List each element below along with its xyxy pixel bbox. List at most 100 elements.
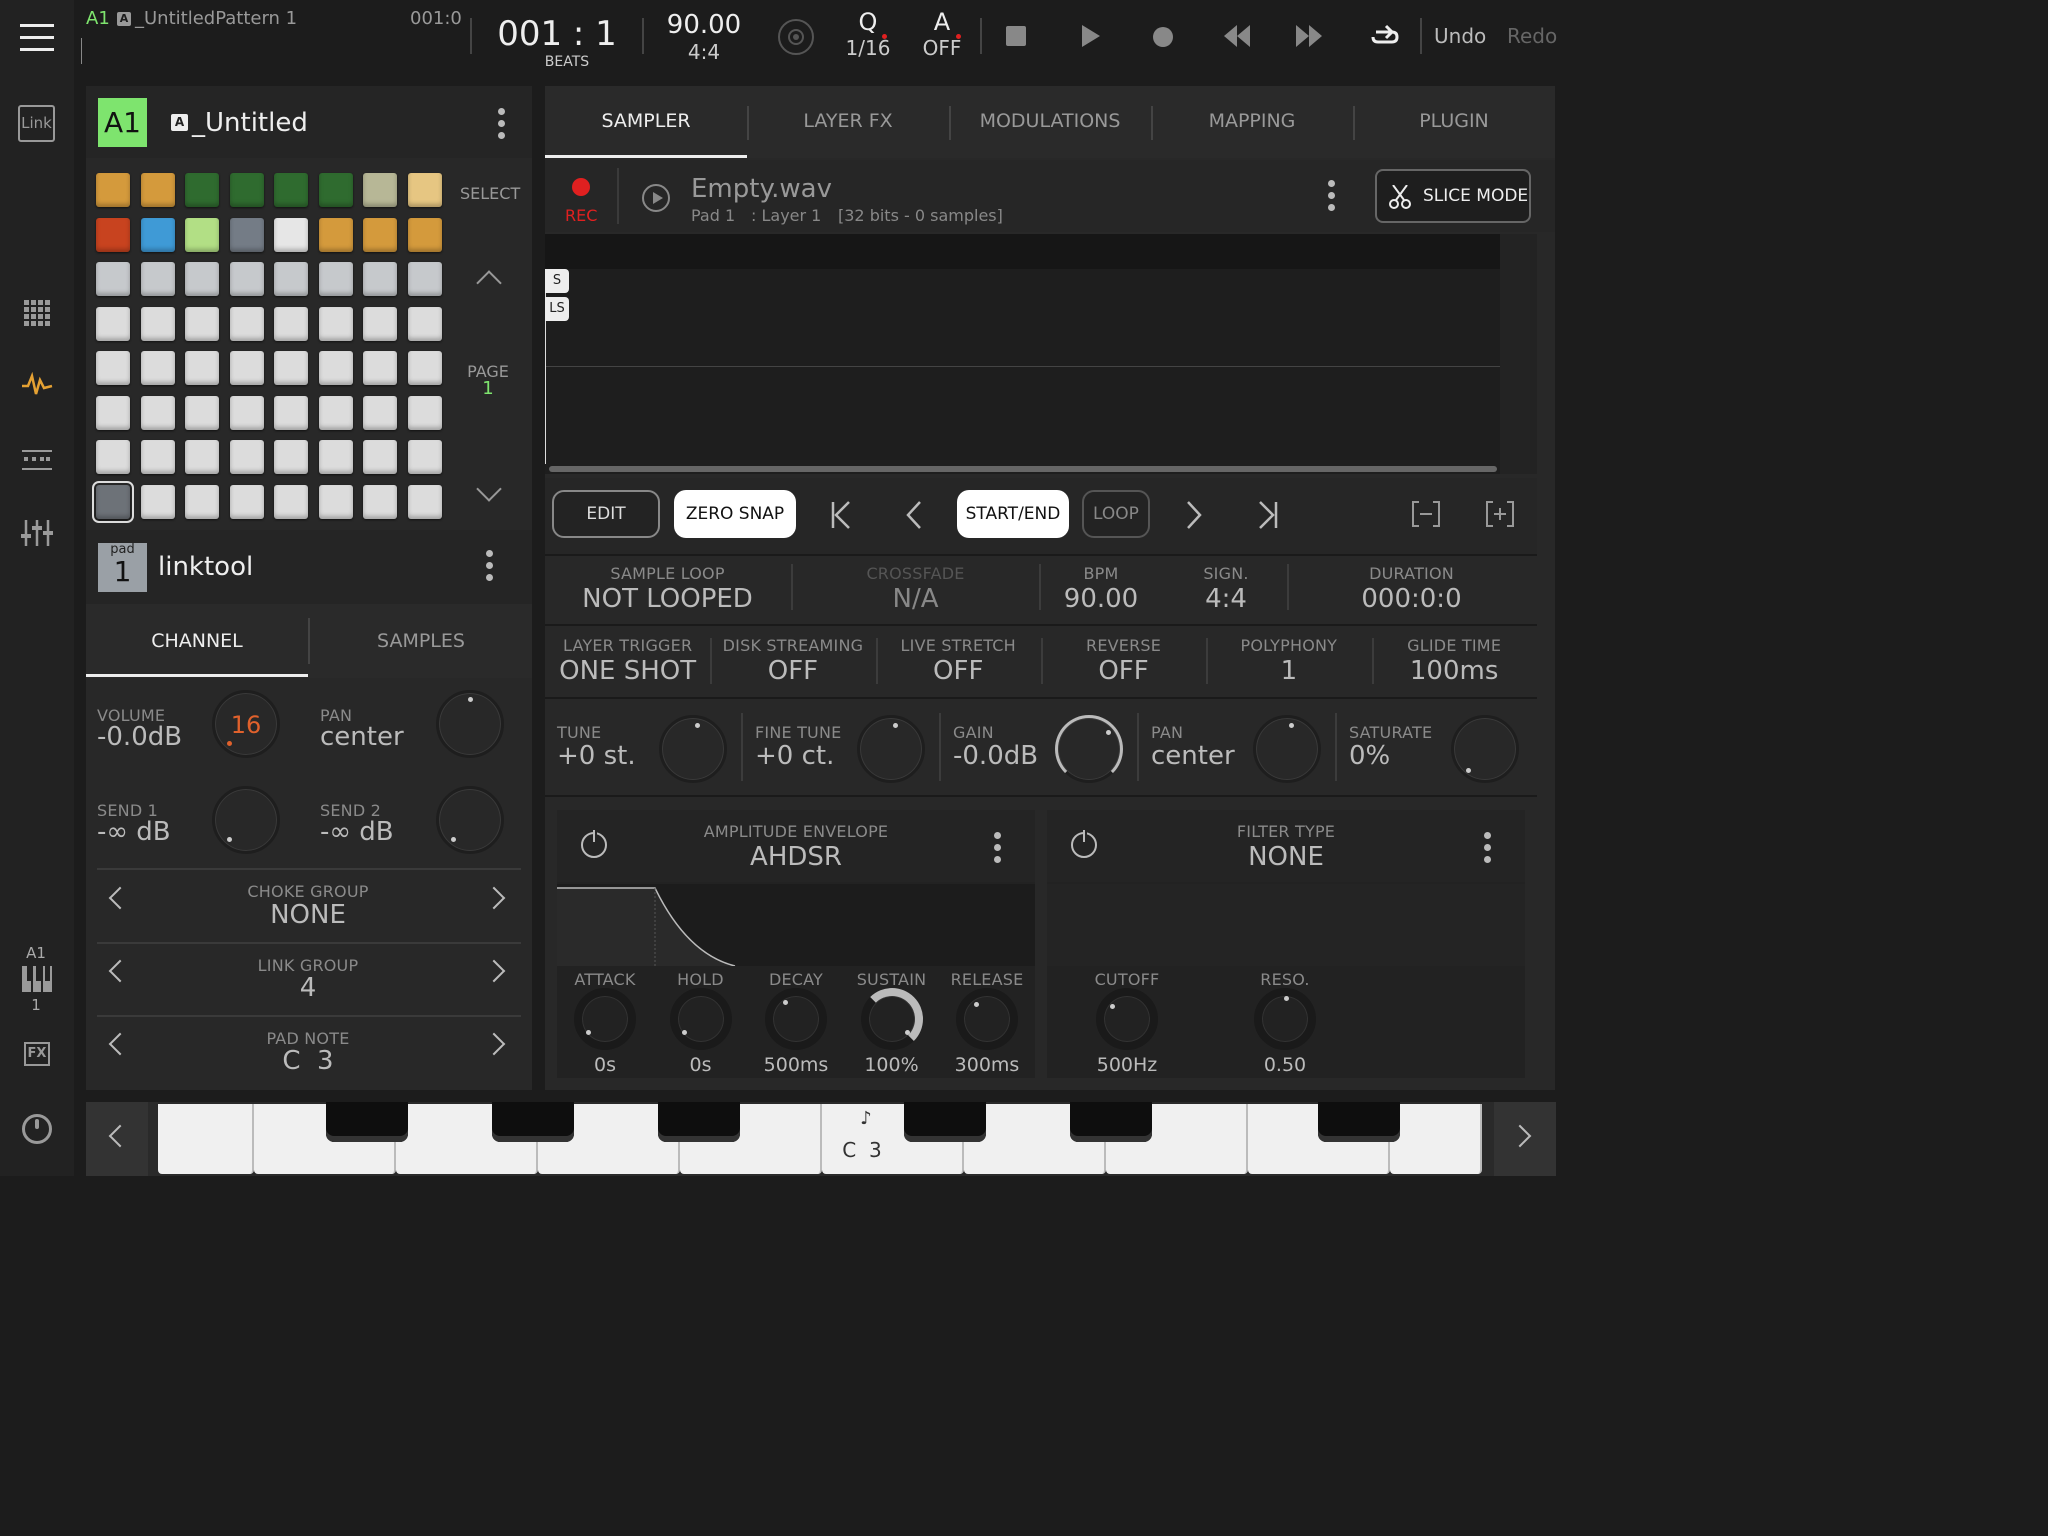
start-marker[interactable]: S (545, 269, 569, 293)
quantize-control[interactable]: Q 1/16 (838, 8, 898, 60)
choke-prev-icon[interactable] (108, 886, 132, 910)
pad-15[interactable] (363, 217, 397, 252)
pad-26[interactable] (140, 306, 175, 341)
tab-plugin[interactable]: PLUGIN (1353, 110, 1555, 132)
pad-53[interactable] (274, 440, 308, 474)
pad-62[interactable] (318, 484, 353, 519)
next-marker-icon[interactable] (1185, 500, 1203, 530)
loop-icon[interactable] (1370, 24, 1400, 50)
filter-menu-icon[interactable] (1484, 832, 1492, 863)
choke-next-icon[interactable] (482, 886, 506, 910)
pad-18[interactable] (140, 262, 175, 296)
crossfade-value[interactable]: N/A (793, 584, 1038, 614)
pad-25[interactable] (96, 306, 130, 341)
pad-21[interactable] (274, 262, 308, 296)
pan-knob[interactable] (1253, 715, 1321, 783)
pad-29[interactable] (274, 306, 308, 341)
pad-grid-icon[interactable] (24, 300, 50, 326)
pad-45[interactable] (274, 395, 308, 430)
pad-7[interactable] (363, 173, 397, 207)
select-label[interactable]: SELECT (460, 184, 520, 203)
pad-31[interactable] (363, 306, 397, 341)
pad-55[interactable] (363, 440, 397, 474)
pad-33[interactable] (96, 351, 130, 385)
tune-knob[interactable] (659, 715, 727, 783)
zero-snap-button[interactable]: ZERO SNAP (674, 490, 796, 538)
glide-time-value[interactable]: 100ms (1372, 656, 1537, 686)
fine-tune-knob[interactable] (857, 715, 925, 783)
start-end-button[interactable]: START/END (957, 490, 1069, 538)
attack-knob[interactable] (574, 988, 636, 1050)
stop-icon[interactable] (1006, 26, 1026, 46)
disk-streaming-value[interactable]: OFF (710, 656, 875, 686)
jump-start-icon[interactable] (830, 500, 852, 530)
gain-knob[interactable] (1055, 715, 1123, 783)
pad-38[interactable] (318, 351, 353, 385)
pad-41[interactable] (96, 395, 130, 430)
rewind-icon[interactable] (1224, 25, 1250, 47)
pad-19[interactable] (185, 262, 219, 296)
pad-16[interactable] (407, 217, 442, 252)
slice-mode-button[interactable]: SLICE MODE (1375, 169, 1531, 223)
pad-57[interactable] (92, 480, 134, 523)
position-display[interactable]: 001 : 1 BEATS (482, 14, 632, 70)
waveform-icon[interactable] (20, 371, 54, 398)
sample-loop-value[interactable]: NOT LOOPED (545, 584, 790, 614)
pad-3[interactable] (185, 173, 219, 207)
signature-field[interactable]: 4:4 (1167, 584, 1285, 614)
pad-8[interactable] (407, 173, 442, 207)
reso--knob[interactable] (1254, 988, 1316, 1050)
send1-knob[interactable] (212, 786, 280, 854)
link-prev-icon[interactable] (108, 959, 132, 983)
tab-layer-fx[interactable]: LAYER FX (747, 110, 949, 132)
pad-9[interactable] (96, 217, 130, 252)
layer-trigger-value[interactable]: ONE SHOT (545, 656, 710, 686)
pad-36[interactable] (229, 351, 264, 385)
pad-47[interactable] (363, 395, 397, 430)
undo-button[interactable]: Undo (1434, 24, 1486, 48)
send2-knob[interactable] (436, 786, 504, 854)
pad-49[interactable] (96, 440, 130, 474)
hold-knob[interactable] (669, 988, 732, 1050)
white-key[interactable] (158, 1104, 254, 1174)
pad-20[interactable] (229, 262, 264, 296)
tab-sampler[interactable]: SAMPLER (545, 110, 747, 132)
white-key[interactable] (1390, 1104, 1482, 1174)
sample-menu-icon[interactable] (1328, 180, 1336, 211)
release-knob[interactable] (956, 988, 1018, 1050)
volume-knob[interactable]: 16 (212, 690, 280, 758)
pad-11[interactable] (185, 217, 219, 252)
live-stretch-value[interactable]: OFF (876, 656, 1041, 686)
note-prev-icon[interactable] (108, 1032, 132, 1056)
pattern-name[interactable]: _UntitledPattern 1 (135, 8, 297, 29)
pad-43[interactable] (185, 395, 219, 430)
pad-10[interactable] (140, 217, 175, 252)
preview-play-icon[interactable] (642, 184, 670, 212)
pad-14[interactable] (318, 217, 353, 252)
pad-58[interactable] (140, 484, 175, 519)
mixer-icon[interactable] (21, 518, 53, 548)
sustain-knob[interactable] (860, 988, 923, 1050)
tab-mapping[interactable]: MAPPING (1151, 110, 1353, 132)
pad-30[interactable] (318, 306, 353, 341)
saturate-knob[interactable] (1451, 715, 1519, 783)
pad-1[interactable] (96, 173, 130, 207)
pad-5[interactable] (274, 173, 308, 207)
amp-envelope-type[interactable]: AHDSR (647, 842, 945, 872)
keyboard-icon[interactable] (22, 966, 52, 992)
pad-23[interactable] (363, 262, 397, 296)
pad-28[interactable] (229, 306, 264, 341)
automation-control[interactable]: A OFF (912, 8, 972, 60)
filter-type[interactable]: NONE (1137, 842, 1435, 872)
tab-channel[interactable]: CHANNEL (86, 630, 308, 652)
pad-13[interactable] (274, 217, 308, 252)
pad-52[interactable] (229, 440, 264, 474)
decay-knob[interactable] (765, 988, 827, 1050)
pad-44[interactable] (229, 395, 264, 430)
fx-button[interactable]: FX (24, 1042, 50, 1066)
menu-icon[interactable] (20, 24, 54, 52)
filter-power-icon[interactable] (1071, 828, 1097, 858)
link-next-icon[interactable] (482, 959, 506, 983)
prev-marker-icon[interactable] (905, 500, 923, 530)
redo-button[interactable]: Redo (1507, 24, 1557, 48)
